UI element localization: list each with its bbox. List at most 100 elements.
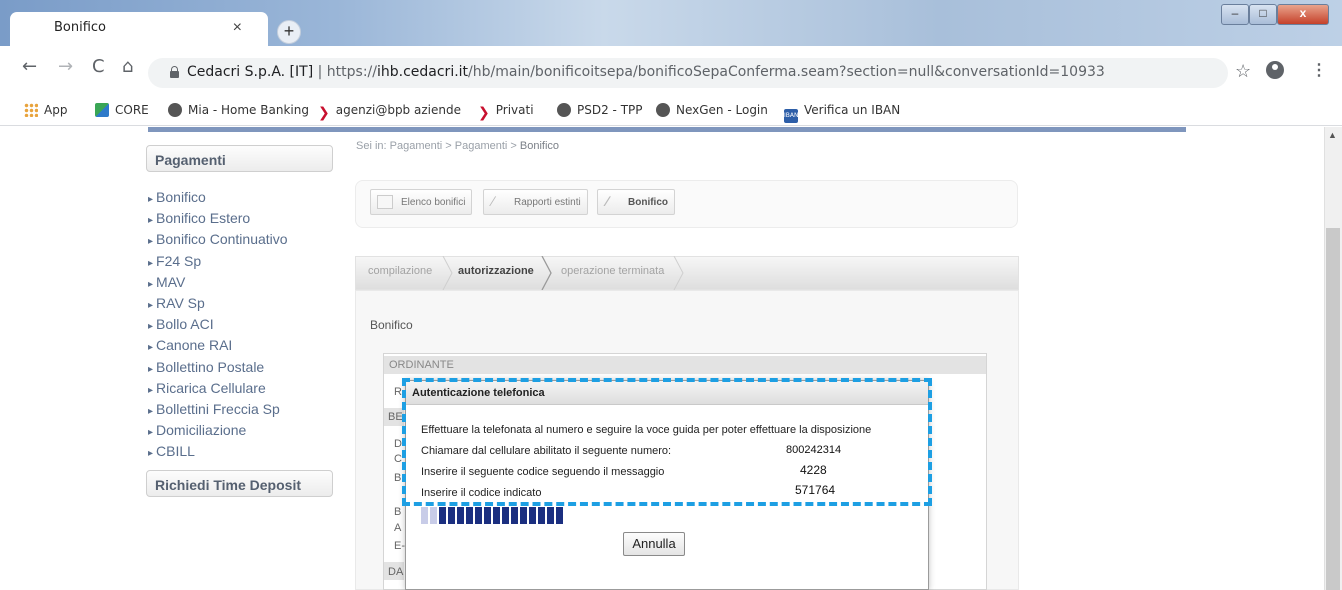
url-domain: ihb.cedacri.it xyxy=(376,64,469,80)
progress-cell xyxy=(493,507,500,524)
wizard-steps xyxy=(355,256,1019,290)
form-label-partial: D xyxy=(394,438,402,450)
sidebar-item-ricarica-cellulare[interactable]: Ricarica Cellulare xyxy=(148,379,288,400)
sidebar-heading-pagamenti[interactable]: Pagamenti xyxy=(146,145,333,172)
window-minimize-button[interactable]: – xyxy=(1221,4,1249,25)
bookmark-nexgen-login[interactable]: NexGen - Login xyxy=(656,103,768,117)
form-label-partial: R xyxy=(394,386,402,398)
sidebar-item-bonifico[interactable]: Bonifico xyxy=(148,188,288,209)
pen-icon: ∕ xyxy=(606,193,609,209)
form-label-partial: C xyxy=(394,453,402,465)
globe-icon xyxy=(656,103,670,117)
profile-icon[interactable] xyxy=(1266,61,1284,79)
apps-icon xyxy=(24,103,38,117)
sidebar-item-f24[interactable]: F24 Sp xyxy=(148,252,288,273)
form-label-partial: E- xyxy=(394,540,405,552)
bookmark-agenzi-bpb[interactable]: ❯ agenzi@bpb aziende xyxy=(318,103,461,121)
tab-close-icon[interactable]: × xyxy=(233,19,242,37)
bookmark-psd2-tpp[interactable]: PSD2 - TPP xyxy=(557,103,643,117)
progress-cell xyxy=(466,507,473,524)
sidebar-item-rav[interactable]: RAV Sp xyxy=(148,294,288,315)
scrollbar-thumb[interactable] xyxy=(1326,228,1340,590)
sidebar-item-bollo-aci[interactable]: Bollo ACI xyxy=(148,315,288,336)
step-chevron-icon xyxy=(541,256,552,290)
progress-cell xyxy=(448,507,455,524)
sidebar-item-domiciliazione[interactable]: Domiciliazione xyxy=(148,421,288,442)
section-title: Bonifico xyxy=(370,318,413,332)
form-label-partial: B xyxy=(394,472,402,484)
progress-cell xyxy=(421,507,428,524)
scroll-up-arrow-icon[interactable]: ▲ xyxy=(1328,130,1337,140)
globe-icon xyxy=(168,103,182,117)
window-close-button[interactable]: x xyxy=(1277,4,1329,25)
reload-icon[interactable]: C xyxy=(92,56,105,77)
sidebar-item-mav[interactable]: MAV xyxy=(148,273,288,294)
bookmark-core[interactable]: CORE xyxy=(95,103,149,117)
progress-cell xyxy=(430,507,437,524)
url-separator: | xyxy=(317,64,323,80)
highlight-annotation xyxy=(402,378,932,506)
annulla-button[interactable]: Annulla xyxy=(623,532,685,556)
step-chevron-icon xyxy=(442,256,453,290)
home-icon[interactable]: ⌂ xyxy=(122,56,133,77)
url-text[interactable]: Cedacri S.p.A. [IT] | https://ihb.cedacr… xyxy=(187,64,1105,80)
bpb-icon: ❯ xyxy=(478,105,490,121)
sidebar-item-bollettino-postale[interactable]: Bollettino Postale xyxy=(148,358,288,379)
lock-icon[interactable] xyxy=(170,66,179,78)
breadcrumb-path[interactable]: Sei in: Pagamenti > Pagamenti > xyxy=(356,140,520,152)
sidebar-heading-time-deposit[interactable]: Richiedi Time Deposit xyxy=(146,470,333,497)
progress-cell xyxy=(439,507,446,524)
tab-title: Bonifico xyxy=(54,20,107,35)
form-label-partial: B xyxy=(394,506,402,518)
step-chevron-icon xyxy=(673,256,684,290)
sidebar-item-bonifico-continuativo[interactable]: Bonifico Continuativo xyxy=(148,230,288,251)
breadcrumb: Sei in: Pagamenti > Pagamenti > Bonifico xyxy=(356,140,559,152)
site-label: Cedacri S.p.A. [IT] xyxy=(187,64,314,80)
back-icon[interactable]: ← xyxy=(22,56,37,77)
pen-icon: ∕ xyxy=(492,193,495,209)
core-icon xyxy=(95,103,109,117)
progress-cell xyxy=(547,507,554,524)
sidebar-item-bollettini-freccia[interactable]: Bollettini Freccia Sp xyxy=(148,400,288,421)
page-header-bar xyxy=(148,127,1186,132)
sidebar-item-bonifico-estero[interactable]: Bonifico Estero xyxy=(148,209,288,230)
list-icon xyxy=(377,195,393,209)
progress-cell xyxy=(502,507,509,524)
progress-cell xyxy=(475,507,482,524)
elenco-bonifici-button[interactable]: Elenco bonifici xyxy=(370,189,473,215)
progress-cell xyxy=(538,507,545,524)
step-operazione-terminata: operazione terminata xyxy=(561,265,665,277)
browser-tab[interactable]: Bonifico × xyxy=(10,12,268,46)
iban-icon: IBAN xyxy=(784,109,798,123)
bpb-icon: ❯ xyxy=(318,105,330,121)
bookmark-star-icon[interactable]: ☆ xyxy=(1235,61,1251,82)
sidebar-item-cbill[interactable]: CBILL xyxy=(148,442,288,463)
bookmark-verifica-iban[interactable]: IBAN Verifica un IBAN xyxy=(784,103,900,123)
sidebar-item-canone-rai[interactable]: Canone RAI xyxy=(148,336,288,357)
form-label-partial: BE xyxy=(388,411,403,423)
progress-cell xyxy=(529,507,536,524)
progress-cell xyxy=(511,507,518,524)
progress-cell xyxy=(484,507,491,524)
bookmark-privati[interactable]: ❯ Privati xyxy=(478,103,534,121)
progress-cell xyxy=(520,507,527,524)
progress-cell xyxy=(556,507,563,524)
rapporti-estinti-button[interactable]: ∕ Rapporti estinti xyxy=(483,189,588,215)
globe-icon xyxy=(557,103,571,117)
forward-icon[interactable]: → xyxy=(58,56,73,77)
form-section-ordinante: ORDINANTE xyxy=(384,356,986,374)
step-compilazione: compilazione xyxy=(368,265,433,277)
form-label-partial: DA xyxy=(388,566,404,578)
form-label-partial: A xyxy=(394,522,402,534)
browser-menu-icon[interactable]: ⋮ xyxy=(1311,60,1327,80)
bookmark-mia-home-banking[interactable]: Mia - Home Banking xyxy=(168,103,309,117)
progress-indicator xyxy=(421,507,563,524)
sidebar-menu: Bonifico Bonifico Estero Bonifico Contin… xyxy=(148,188,288,464)
new-tab-button[interactable]: + xyxy=(277,20,301,44)
url-path: /hb/main/bonificoitsepa/bonificoSepaConf… xyxy=(468,64,1105,80)
window-maximize-button[interactable]: □ xyxy=(1249,4,1277,25)
step-autorizzazione: autorizzazione xyxy=(458,265,534,277)
bookmark-app[interactable]: App xyxy=(24,103,67,117)
bonifico-button[interactable]: ∕ Bonifico xyxy=(597,189,675,215)
breadcrumb-current: Bonifico xyxy=(519,140,560,152)
